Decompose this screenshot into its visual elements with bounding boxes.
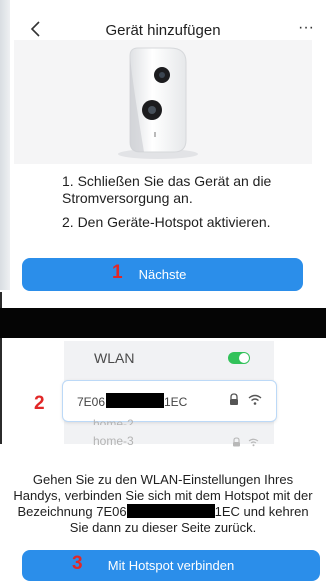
annotation-badge-2: 2 [34,393,45,414]
toggle-knob [239,353,249,363]
camera-device-image [118,47,198,159]
connect-hotspot-button[interactable]: Mit Hotspot verbinden [22,550,320,581]
wifi-icon [248,393,262,405]
wlan-title: WLAN [94,350,135,366]
next-button[interactable]: Nächste [22,258,303,291]
network-item-home-2[interactable]: home-2 [93,419,134,425]
lock-icon [228,393,240,406]
page-title: Gerät hinzufügen [105,22,221,39]
setup-instructions: 1. Schließen Sie das Gerät an die Stromv… [62,173,302,238]
wifi-icon [248,434,259,447]
hotspot-description: Gehen Sie zu den WLAN-Einstellungen Ihre… [12,472,314,536]
redaction-block [106,393,164,408]
wlan-toggle[interactable] [228,352,250,364]
left-edge-shade [0,0,10,290]
next-button-label: Nächste [138,267,187,282]
redaction-block [126,504,215,518]
separator-bar [0,308,326,338]
lock-icon [232,434,241,447]
more-options-icon[interactable]: ··· [298,19,318,37]
annotation-badge-1: 1 [112,262,123,283]
annotation-badge-3: 3 [72,553,83,574]
network-name-prefix: 7E06 [77,395,106,409]
instruction-step-2: 2. Den Geräte-Hotspot aktivieren. [62,214,271,230]
network-name-suffix: 1EC [164,395,188,409]
connect-button-label: Mit Hotspot verbinden [107,558,235,573]
device-image-panel [14,40,312,164]
instruction-step-1: 1. Schließen Sie das Gerät an die Stromv… [62,173,272,206]
network-item-home-3[interactable]: home-3 [93,434,134,448]
